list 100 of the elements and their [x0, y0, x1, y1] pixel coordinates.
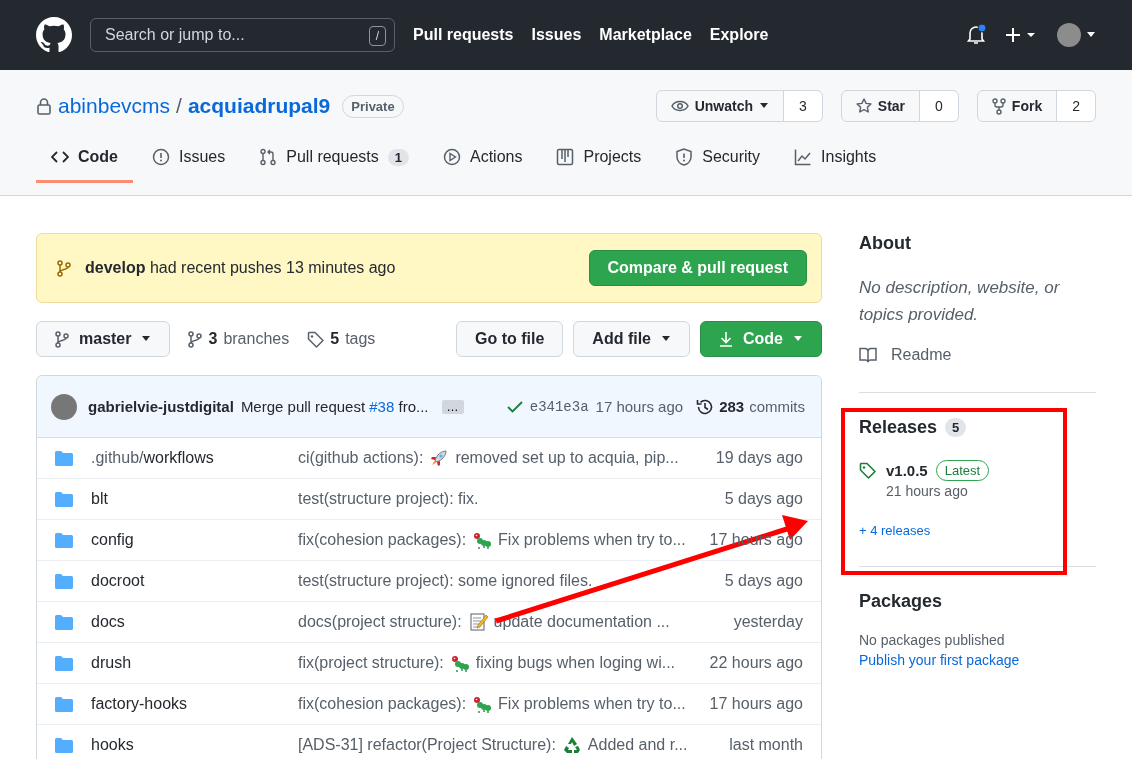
book-icon [859, 347, 877, 363]
branch-icon [57, 259, 71, 277]
commit-time: 17 hours ago [595, 398, 684, 415]
branch-select-button[interactable]: master [36, 321, 171, 357]
caret-icon [661, 336, 671, 342]
commit-message-link[interactable]: Added and r... [587, 736, 688, 754]
repo-tab[interactable]: Actions [428, 148, 538, 183]
commit-message-link[interactable]: ci(github actions): [298, 449, 424, 467]
bug-emoji-icon [472, 694, 493, 714]
insights-tab-icon [794, 148, 813, 166]
branch-icon [55, 330, 69, 348]
commit-message-link[interactable]: test(structure project): some ignored files. [298, 572, 593, 590]
release-tag-link[interactable]: v1.0.5 [886, 462, 928, 479]
repo-description: No description, website, or topics provided. [859, 277, 1061, 326]
branch-icon [188, 330, 203, 348]
pull-request-link[interactable]: #38 [369, 398, 395, 415]
watch-count[interactable]: 3 [784, 91, 822, 121]
expand-message-button[interactable]: … [441, 399, 464, 414]
commit-message-link[interactable]: removed set up to acquia, pip... [455, 449, 679, 467]
commit-message-link[interactable]: test(structure project): fix. [298, 490, 479, 508]
nav-link[interactable]: Pull requests [413, 26, 514, 44]
folder-link[interactable]: drush [91, 654, 298, 672]
projects-tab-icon [556, 148, 575, 166]
nav-link[interactable]: Issues [531, 26, 582, 44]
commit-author-link[interactable]: gabrielvie-justdigital [88, 398, 234, 415]
last-modified-time: 22 hours ago [709, 654, 803, 672]
last-modified-time: 5 days ago [724, 572, 803, 590]
pulls-tab-icon [259, 148, 278, 166]
repo-owner-link[interactable]: abinbevcms [58, 94, 171, 118]
about-heading: About [859, 233, 912, 254]
repo-tab[interactable]: Security [660, 148, 776, 183]
path-separator: / [176, 94, 182, 118]
folder-icon [55, 450, 73, 466]
commit-message-link[interactable]: docs(project structure): [298, 613, 462, 631]
nav-link[interactable]: Marketplace [599, 26, 692, 44]
commit-message-link[interactable]: Fix problems when try to... [498, 695, 686, 713]
tags-link[interactable]: 5 tags [307, 330, 376, 348]
star-icon [855, 98, 872, 114]
add-file-button[interactable]: Add file [573, 321, 690, 357]
branches-link[interactable]: 3 branches [188, 330, 290, 348]
folder-link[interactable]: docroot [91, 572, 298, 590]
commit-message-link[interactable]: fixing bugs when loging wi... [475, 654, 676, 672]
caret-icon[interactable] [1086, 32, 1096, 38]
user-avatar[interactable] [1057, 23, 1081, 47]
last-modified-time: yesterday [733, 613, 803, 631]
releases-heading-link[interactable]: Releases [859, 417, 938, 438]
repo-tab[interactable]: Code [36, 148, 133, 183]
tab-counter: 1 [387, 148, 409, 166]
commit-message-link[interactable]: [ADS-31] refactor(Project Structure): [298, 736, 556, 754]
memo-emoji-icon [467, 612, 488, 632]
commit-message-link[interactable]: fix(cohesion packages): [298, 531, 467, 549]
folder-icon [55, 614, 73, 630]
last-modified-time: last month [729, 736, 803, 754]
download-icon [719, 331, 733, 347]
folder-link[interactable]: blt [91, 490, 298, 508]
folder-icon [55, 655, 73, 671]
recycle-emoji-icon [561, 735, 582, 755]
repo-tab[interactable]: Insights [779, 148, 892, 183]
folder-link[interactable]: hooks [91, 736, 298, 754]
commits-history-link[interactable]: 283 commits [696, 397, 805, 416]
actions-tab-icon [443, 148, 461, 166]
repo-tab[interactable]: Pull requests 1 [244, 148, 424, 183]
caret-icon [793, 336, 803, 342]
commit-message-link[interactable]: Fix problems when try to... [498, 531, 686, 549]
last-modified-time: 17 hours ago [709, 695, 803, 713]
commit-message-link[interactable]: fix(cohesion packages): [298, 695, 467, 713]
last-modified-time: 19 days ago [715, 449, 803, 467]
folder-link[interactable]: factory-hooks [91, 695, 298, 713]
fork-icon [991, 97, 1006, 115]
folder-link[interactable]: .github/workflows [91, 449, 298, 467]
repo-name-link[interactable]: acquiadrupal9 [187, 94, 331, 118]
commit-sha-link[interactable]: e341e3a [529, 398, 589, 415]
folder-link[interactable]: config [91, 531, 298, 549]
commit-message: Merge pull request #38 fro... [240, 398, 429, 415]
repo-tab[interactable]: Projects [541, 148, 657, 183]
more-releases-link[interactable]: + 4 releases [859, 523, 1096, 538]
history-icon [696, 397, 715, 416]
security-tab-icon [675, 148, 694, 166]
folder-icon [55, 491, 73, 507]
octocat-logo-icon[interactable] [36, 17, 72, 53]
check-icon [506, 400, 523, 413]
notification-bell-icon[interactable] [965, 24, 987, 46]
commit-message-link[interactable]: fix(project structure): [298, 654, 444, 672]
folder-icon [55, 737, 73, 753]
last-modified-time: 5 days ago [724, 490, 803, 508]
bug-emoji-icon [449, 653, 470, 673]
nav-link[interactable]: Explore [709, 26, 769, 44]
repo-tab[interactable]: Issues [137, 148, 241, 183]
release-time: 21 hours ago [886, 483, 969, 499]
releases-counter: 5 [945, 418, 967, 437]
publish-package-link[interactable]: Publish your first package [859, 652, 1096, 668]
go-to-file-button[interactable]: Go to file [456, 321, 564, 357]
no-packages-text: No packages published [859, 632, 1006, 648]
caret-icon [141, 336, 152, 342]
folder-link[interactable]: docs [91, 613, 298, 631]
caret-icon [759, 103, 770, 109]
bug-emoji-icon [472, 530, 493, 550]
fork-count[interactable]: 2 [1057, 91, 1095, 121]
readme-link[interactable]: Readme [859, 346, 1096, 364]
star-count[interactable]: 0 [920, 91, 958, 121]
